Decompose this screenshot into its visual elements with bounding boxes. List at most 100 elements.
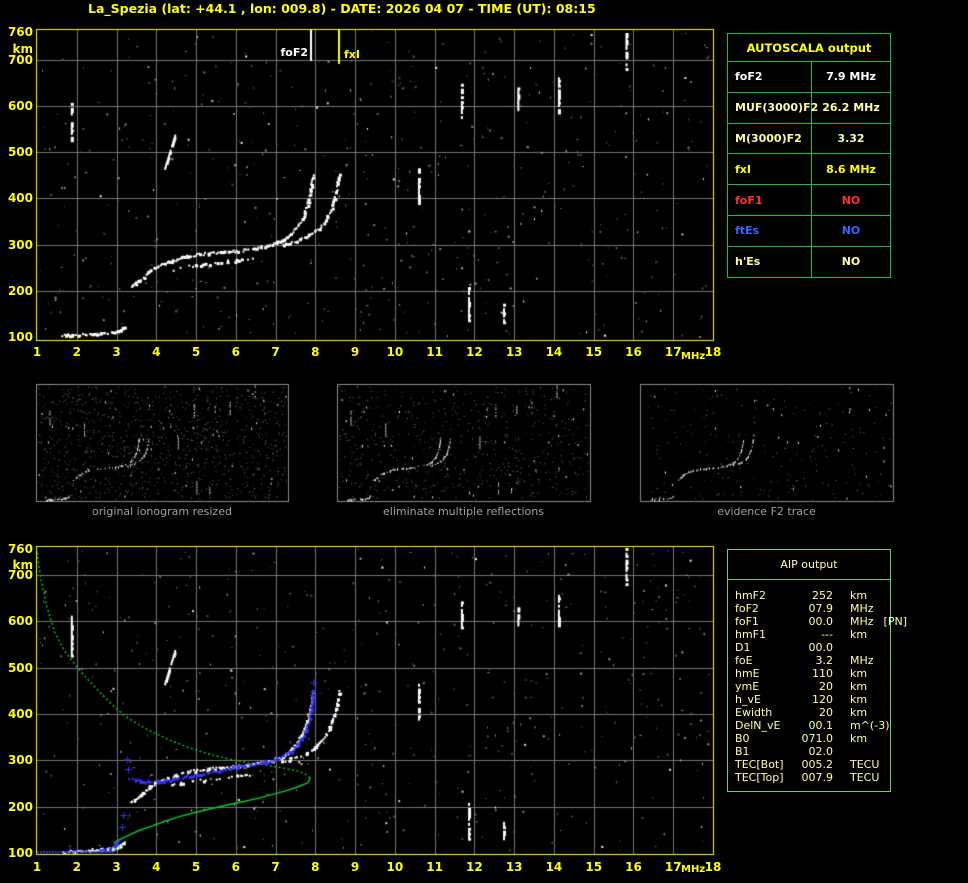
x-tick-label: 12 <box>466 345 483 359</box>
aip-table-header: AIP output <box>728 550 890 580</box>
aip-row-value: 07.9 <box>808 602 834 615</box>
y-tick-label: 500 <box>7 660 33 675</box>
y-tick-label: 300 <box>7 753 33 768</box>
aip-row-unit: km <box>850 706 868 719</box>
aip-row-unit: km <box>850 693 868 706</box>
x-tick-label: 14 <box>545 860 563 874</box>
aip-row-value: 120 <box>812 693 833 706</box>
aip-row-value: 00.0 <box>808 641 834 654</box>
y-tick-label: 600 <box>7 98 33 113</box>
aip-row: h_vE 120 km <box>735 693 890 706</box>
y-tick-label: 700 <box>7 567 33 582</box>
autoscala-row-value: 8.6 MHz <box>812 154 890 186</box>
y-tick-label: 300 <box>7 237 33 252</box>
aip-row-label: TEC[Top] <box>735 771 784 784</box>
autoscala-table-header: AUTOSCALA output <box>728 34 890 62</box>
autoscala-row-value: NO <box>812 216 890 247</box>
x-tick-label: 5 <box>191 860 201 874</box>
aip-row: TEC[Top] 007.9 TECU <box>735 771 890 784</box>
autoscala-row-value: 7.9 MHz <box>812 62 890 93</box>
aip-row-label: ymE <box>735 680 760 693</box>
aip-row-note: [PN] <box>883 615 907 628</box>
x-tick-label: 6 <box>231 860 240 874</box>
aip-row-unit: TECU <box>850 758 880 771</box>
aip-row: foF2 07.9 MHz <box>735 602 890 615</box>
x-tick-label: 13 <box>505 860 523 874</box>
x-tick-label: 11 <box>426 860 443 874</box>
x-tick-label: 5 <box>191 345 201 359</box>
foF2-marker-label: foF2 <box>280 46 308 59</box>
aip-row-label: hmF1 <box>735 628 767 641</box>
autoscala-row-label: foF1 <box>728 185 812 216</box>
x-tick-label: 6 <box>231 345 240 359</box>
aip-row-label: hmE <box>735 667 760 680</box>
aip-row: ymE 20 km <box>735 680 890 693</box>
aip-row: DelN_vE 00.1 m^(-3) <box>735 719 890 732</box>
x-tick-label: 9 <box>350 345 360 359</box>
y-tick-label: 200 <box>7 799 33 814</box>
aip-row-unit: MHz <box>850 615 874 628</box>
y-tick-label: 760 <box>7 542 33 556</box>
aip-row-label: DelN_vE <box>735 719 781 732</box>
x-tick-label: 18 <box>704 860 722 874</box>
panel-caption-original: original ionogram resized <box>92 505 232 518</box>
aip-row-unit: km <box>850 680 868 693</box>
aip-row: Ewidth 20 km <box>735 706 890 719</box>
aip-row: foF1 00.0 MHz [PN] <box>735 615 907 628</box>
aip-row-value: 20 <box>819 680 833 693</box>
aip-row-value: 00.0 <box>808 615 834 628</box>
aip-row: hmF2 252 km <box>735 589 890 602</box>
aip-row-unit: MHz <box>850 654 874 667</box>
panel-caption-eliminate: eliminate multiple reflections <box>383 505 544 518</box>
aip-row-value: 110 <box>812 667 833 680</box>
x-tick-label: 2 <box>72 860 81 874</box>
x-tick-label: 10 <box>386 860 404 874</box>
x-tick-label: 1 <box>32 860 42 874</box>
x-tick-label: 17 <box>664 345 682 359</box>
x-tick-label: 7 <box>271 345 280 359</box>
aip-row-label: foF1 <box>735 615 759 628</box>
aip-row: hmF1 --- km <box>735 628 890 641</box>
autoscala-row-value: 26.2 MHz <box>812 93 890 124</box>
y-tick-label: 400 <box>7 706 33 721</box>
aip-row-value: 20 <box>819 706 833 719</box>
x-tick-label: 8 <box>311 345 320 359</box>
aip-row: D1 00.0 <box>735 641 890 654</box>
x-tick-label: 14 <box>545 345 563 359</box>
aip-row-value: 071.0 <box>801 732 834 745</box>
aip-row: B1 02.0 <box>735 745 890 758</box>
aip-row: B0 071.0 km <box>735 732 890 745</box>
x-tick-label: 4 <box>152 345 161 359</box>
autoscala-row-label: h'Es <box>728 246 812 278</box>
x-tick-label: 2 <box>72 345 81 359</box>
autoscala-row-label: ftEs <box>728 215 812 247</box>
autoscala-row-label: fxI <box>728 154 812 186</box>
aip-row-label: hmF2 <box>735 589 767 602</box>
aip-row-label: foE <box>735 654 753 667</box>
aip-row-unit: km <box>850 589 868 602</box>
aip-row: hmE 110 km <box>735 667 890 680</box>
autoscala-row-value: 3.32 <box>812 124 890 155</box>
x-tick-label: 10 <box>386 345 404 359</box>
aip-row-unit: m^(-3) <box>850 719 890 732</box>
x-tick-label: 13 <box>505 345 523 359</box>
aip-row-value: 02.0 <box>808 745 834 758</box>
aip-row-label: foF2 <box>735 602 759 615</box>
aip-row-unit: MHz <box>850 602 874 615</box>
x-tick-label: 3 <box>112 345 121 359</box>
y-tick-label: 100 <box>7 846 33 860</box>
aip-row-label: TEC[Bot] <box>735 758 784 771</box>
y-tick-label: 760 <box>7 25 33 39</box>
y-tick-label: 200 <box>7 283 33 298</box>
aip-row-label: B0 <box>735 732 750 745</box>
aip-row-unit: TECU <box>850 771 880 784</box>
x-tick-label: 4 <box>152 860 161 874</box>
y-tick-label: 100 <box>7 330 33 344</box>
x-tick-label: 8 <box>311 860 320 874</box>
aip-row-value: 252 <box>812 589 833 602</box>
y-tick-label: 400 <box>7 191 33 206</box>
x-tick-label: 15 <box>585 860 603 874</box>
x-tick-label: 12 <box>466 860 483 874</box>
aip-row-label: D1 <box>735 641 751 654</box>
autoscala-output-table: AUTOSCALA output foF2 7.9 MHz MUF(3000)F2 2… <box>727 33 891 278</box>
